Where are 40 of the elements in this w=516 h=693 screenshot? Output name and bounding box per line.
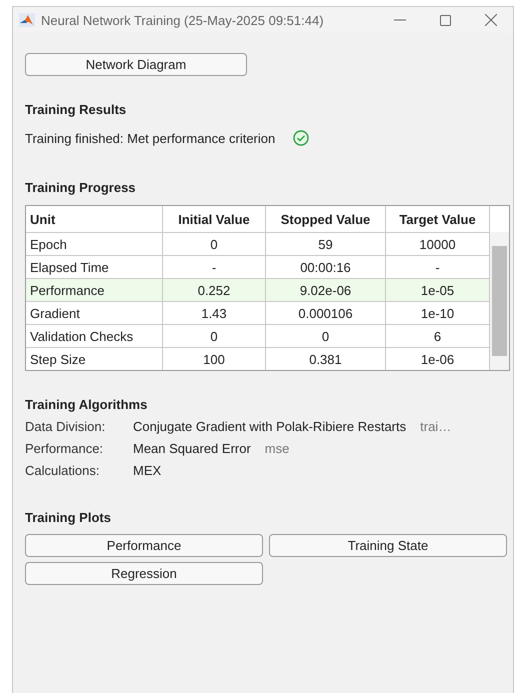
table-cell: 1.43 [163,302,266,324]
close-icon[interactable] [485,14,497,26]
column-header: Initial Value [163,206,266,232]
plot-button[interactable]: Performance [25,534,263,557]
window-title: Neural Network Training (25-May-2025 09:51:44) [41,12,325,28]
table-cell: Gradient [26,302,163,324]
function-name: mse [264,441,290,456]
table-cell: 100 [163,348,266,370]
table-cell: 0 [266,325,386,347]
column-header: Target Value [386,206,490,232]
table-cell: 0 [163,233,266,255]
field-value: MEX [133,463,162,478]
table-cell: 9.02e-06 [266,279,386,301]
function-name: trai… [420,419,452,434]
table-cell: Performance [26,279,163,301]
column-header: Stopped Value [266,206,386,232]
maximize-icon[interactable] [440,14,451,26]
network-diagram-button[interactable]: Network Diagram [25,53,247,76]
section-heading: Training Results [25,102,128,117]
field-label: Calculations: [25,463,100,478]
table-cell: 0.000106 [266,302,386,324]
table-cell: 0.252 [163,279,266,301]
plot-button[interactable]: Regression [25,562,263,585]
field-label: Performance: [25,441,104,456]
plot-button[interactable]: Training State [269,534,507,557]
field-value: Mean Squared Error [133,441,251,456]
section-heading: Training Progress [25,180,137,195]
section-heading: Training Plots [25,510,112,525]
table-cell: 0 [163,325,266,347]
field-label: Data Division: [25,419,106,434]
table-cell: Step Size [26,348,163,370]
status-text: Training finished: Met performance criterion [25,130,276,146]
app-logo-icon [19,13,35,27]
table-cell: Validation Checks [26,325,163,347]
table-cell: 59 [266,233,386,255]
section-heading: Training Algorithms [25,397,148,412]
table-cell: 0.381 [266,348,386,370]
table-cell: Epoch [26,233,163,255]
field-value: Conjugate Gradient with Polak-Ribiere Restarts [133,419,406,434]
column-header: Unit [26,206,163,232]
